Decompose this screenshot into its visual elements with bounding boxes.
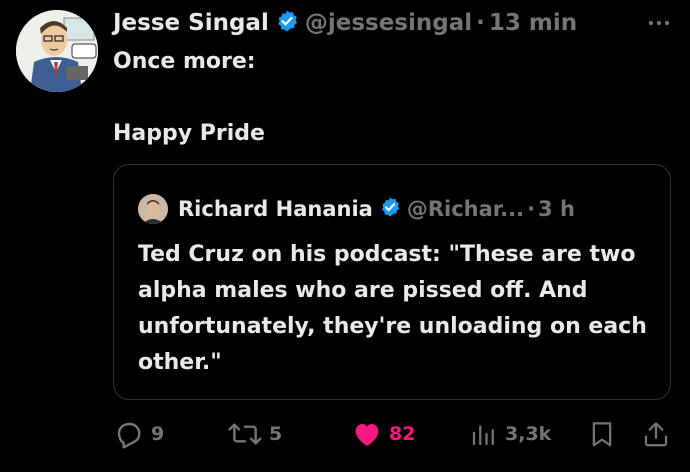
author-name[interactable]: Jesse Singal <box>113 10 269 36</box>
quoted-tweet-timestamp: 3 h <box>538 197 575 221</box>
heart-icon <box>355 424 379 446</box>
reply-count: 9 <box>151 423 165 445</box>
like-count: 82 <box>389 423 416 445</box>
more-icon[interactable] <box>646 10 672 42</box>
tweet-timestamp[interactable]: 13 min <box>489 10 577 36</box>
separator-dot: · <box>476 10 485 36</box>
bookmark-button[interactable] <box>587 414 617 454</box>
action-bar: 9 5 82 3,3k <box>113 414 673 454</box>
author-avatar[interactable] <box>16 10 98 92</box>
bookmark-icon <box>592 422 612 447</box>
tweet-text: Once more: Happy Pride <box>113 49 265 146</box>
views-count: 3,3k <box>505 423 552 445</box>
separator-dot: · <box>527 197 536 221</box>
share-button[interactable] <box>641 414 671 454</box>
quoted-author-handle: @Richar... <box>406 197 525 221</box>
like-button[interactable]: 82 <box>351 414 415 454</box>
tweet-header: Jesse Singal @jessesingal · 13 min <box>113 6 577 40</box>
quoted-tweet-card[interactable]: Richard Hanania @Richar... · 3 h Ted Cru… <box>113 164 671 400</box>
views-icon <box>472 425 494 446</box>
quoted-author-avatar <box>138 194 168 224</box>
share-icon <box>644 422 668 447</box>
retweet-button[interactable]: 5 <box>227 414 282 454</box>
reply-icon <box>117 422 141 449</box>
quoted-author-name: Richard Hanania <box>178 197 373 221</box>
author-handle[interactable]: @jessesingal <box>305 10 472 36</box>
reply-button[interactable]: 9 <box>113 414 164 454</box>
quoted-tweet-header: Richard Hanania @Richar... · 3 h <box>138 191 575 227</box>
verified-icon <box>379 196 401 222</box>
views-button[interactable]: 3,3k <box>469 414 551 454</box>
retweet-count: 5 <box>269 423 283 445</box>
verified-icon <box>275 9 299 37</box>
quoted-tweet-text: Ted Cruz on his podcast: "These are two … <box>138 242 647 375</box>
retweet-icon <box>228 423 262 445</box>
